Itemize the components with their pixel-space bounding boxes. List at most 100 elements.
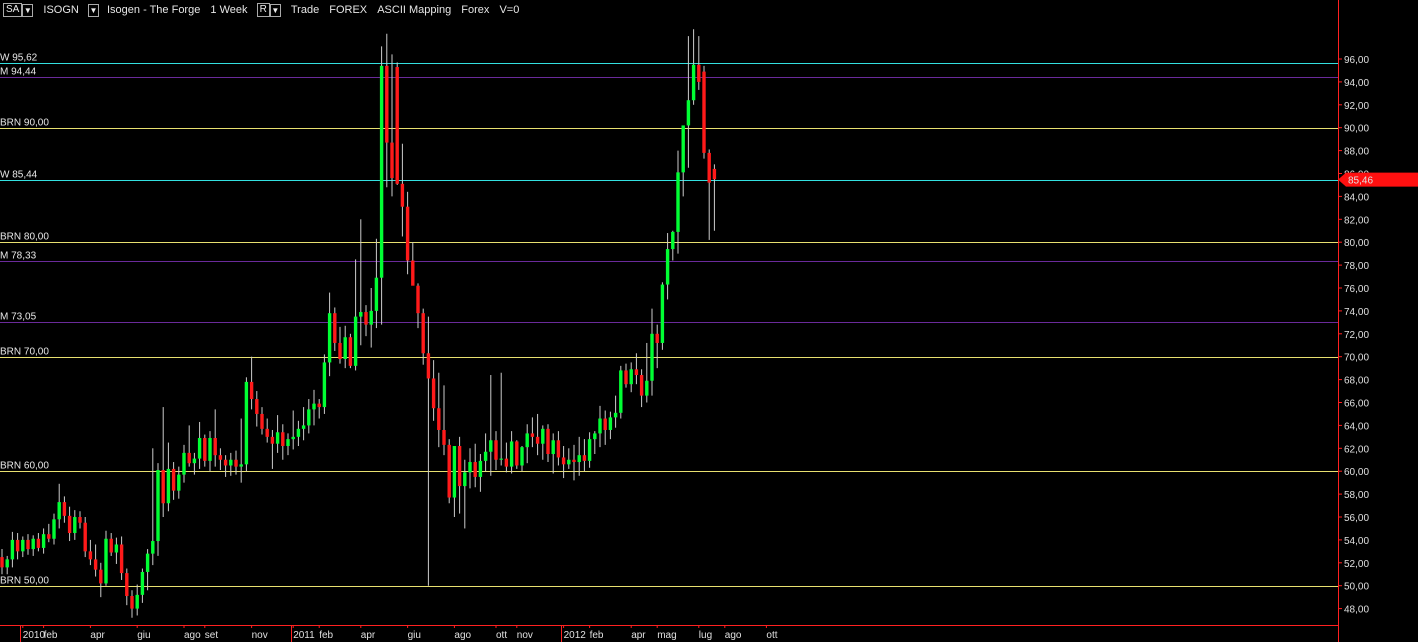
candle-up bbox=[681, 125, 685, 173]
candle-down bbox=[161, 470, 165, 504]
candle-up bbox=[478, 460, 483, 477]
y-tick-label: 64,00 bbox=[1344, 421, 1369, 432]
candle-up bbox=[104, 538, 108, 584]
candle-up bbox=[541, 428, 545, 444]
candle-down bbox=[47, 534, 51, 539]
candle-down bbox=[265, 428, 269, 437]
y-tick-label: 50,00 bbox=[1344, 582, 1369, 593]
price-axis[interactable]: 48,00 50,00 52,00 54,00 56,00 58,00 60,00 62,00… bbox=[1338, 0, 1369, 642]
candle-up bbox=[676, 172, 680, 232]
candle-up bbox=[509, 441, 514, 467]
x-tick-label: ago bbox=[184, 630, 201, 641]
candle-down bbox=[317, 403, 321, 408]
candle-up bbox=[307, 409, 311, 426]
candle-up bbox=[52, 519, 56, 539]
level-label: BRN 90,00 bbox=[0, 118, 49, 129]
x-tick-label: ago bbox=[725, 630, 742, 641]
candles bbox=[0, 29, 717, 618]
last-price-marker: 85,46 bbox=[1338, 172, 1418, 187]
x-tick-label: ott bbox=[766, 630, 777, 641]
x-tick-label: lug bbox=[699, 630, 712, 641]
candle-down bbox=[697, 64, 701, 82]
x-tick-label: feb bbox=[319, 630, 333, 641]
y-tick-label: 74,00 bbox=[1344, 307, 1369, 318]
candle-up bbox=[31, 538, 35, 550]
candle-up bbox=[608, 417, 613, 430]
candle-down bbox=[504, 458, 509, 467]
candle-up bbox=[296, 428, 301, 437]
candle-up bbox=[182, 452, 186, 475]
candle-down bbox=[712, 168, 717, 180]
candle-down bbox=[530, 433, 535, 437]
candle-down bbox=[187, 452, 191, 464]
candle-down bbox=[15, 539, 20, 552]
candle-up bbox=[551, 440, 555, 455]
candle-down bbox=[416, 285, 420, 314]
y-tick-label: 48,00 bbox=[1344, 605, 1369, 616]
y-tick-label: 54,00 bbox=[1344, 536, 1369, 547]
candle-down bbox=[0, 557, 4, 568]
candle-up bbox=[5, 559, 9, 568]
candle-up bbox=[650, 333, 654, 381]
candle-down bbox=[83, 522, 87, 552]
level-label: BRN 60,00 bbox=[0, 461, 49, 472]
candle-down bbox=[603, 418, 607, 430]
candle-up bbox=[567, 459, 571, 465]
candle-up bbox=[577, 455, 581, 463]
candle-up bbox=[208, 437, 212, 461]
candle-down bbox=[88, 551, 93, 560]
candle-up bbox=[327, 313, 332, 363]
candle-up bbox=[10, 539, 15, 560]
x-tick-label: giu bbox=[137, 630, 150, 641]
y-tick-label: 78,00 bbox=[1344, 261, 1369, 272]
y-tick-label: 68,00 bbox=[1344, 376, 1369, 387]
candle-up bbox=[166, 468, 171, 504]
candle-down bbox=[421, 313, 425, 354]
x-tick-label: apr bbox=[361, 630, 376, 641]
price-chart[interactable]: W 95,62 M 94,44 BRN 90,00 W 85,44 BRN 80,00 M… bbox=[0, 0, 1418, 642]
y-tick-label: 92,00 bbox=[1344, 101, 1369, 112]
candle-down bbox=[634, 369, 639, 376]
level-label: M 94,44 bbox=[0, 67, 37, 78]
candle-down bbox=[26, 539, 30, 550]
candle-up bbox=[483, 451, 488, 461]
candle-up bbox=[369, 310, 373, 325]
candle-up bbox=[520, 447, 524, 466]
x-tick-label: nov bbox=[517, 630, 533, 641]
candle-down bbox=[270, 436, 275, 444]
candle-down bbox=[109, 538, 113, 553]
y-tick-label: 62,00 bbox=[1344, 444, 1369, 455]
candle-down bbox=[364, 312, 368, 325]
candle-down bbox=[411, 260, 415, 286]
x-tick-label: ago bbox=[454, 630, 471, 641]
x-tick-label: mag bbox=[657, 630, 676, 641]
level-label: BRN 80,00 bbox=[0, 232, 49, 243]
candle-up bbox=[239, 464, 243, 467]
candle-up bbox=[343, 337, 347, 359]
candle-down bbox=[78, 517, 82, 523]
candle-up bbox=[322, 362, 327, 408]
y-tick-label: 58,00 bbox=[1344, 490, 1369, 501]
candle-up bbox=[145, 553, 150, 572]
y-tick-label: 76,00 bbox=[1344, 284, 1369, 295]
candle-up bbox=[114, 544, 119, 553]
time-axis[interactable]: 2010feb apr giu ago set nov 2011 feb apr giu ago ot… bbox=[0, 625, 1338, 642]
candle-down bbox=[390, 142, 394, 179]
candle-down bbox=[431, 378, 436, 409]
candle-down bbox=[125, 573, 129, 597]
candle-down bbox=[546, 428, 550, 455]
level-label: BRN 70,00 bbox=[0, 347, 49, 358]
candle-up bbox=[21, 539, 25, 552]
candle-up bbox=[177, 474, 181, 491]
x-tick-label: feb bbox=[44, 630, 58, 641]
x-tick-label: set bbox=[205, 630, 219, 641]
candle-up bbox=[41, 534, 46, 548]
level-label: M 73,05 bbox=[0, 312, 37, 323]
candle-up bbox=[359, 312, 363, 317]
candle-down bbox=[171, 468, 176, 491]
y-tick-label: 70,00 bbox=[1344, 353, 1369, 364]
candle-up bbox=[135, 594, 139, 609]
candle-up bbox=[598, 418, 602, 434]
level-label: BRN 50,00 bbox=[0, 576, 49, 587]
candle-up bbox=[192, 458, 197, 464]
